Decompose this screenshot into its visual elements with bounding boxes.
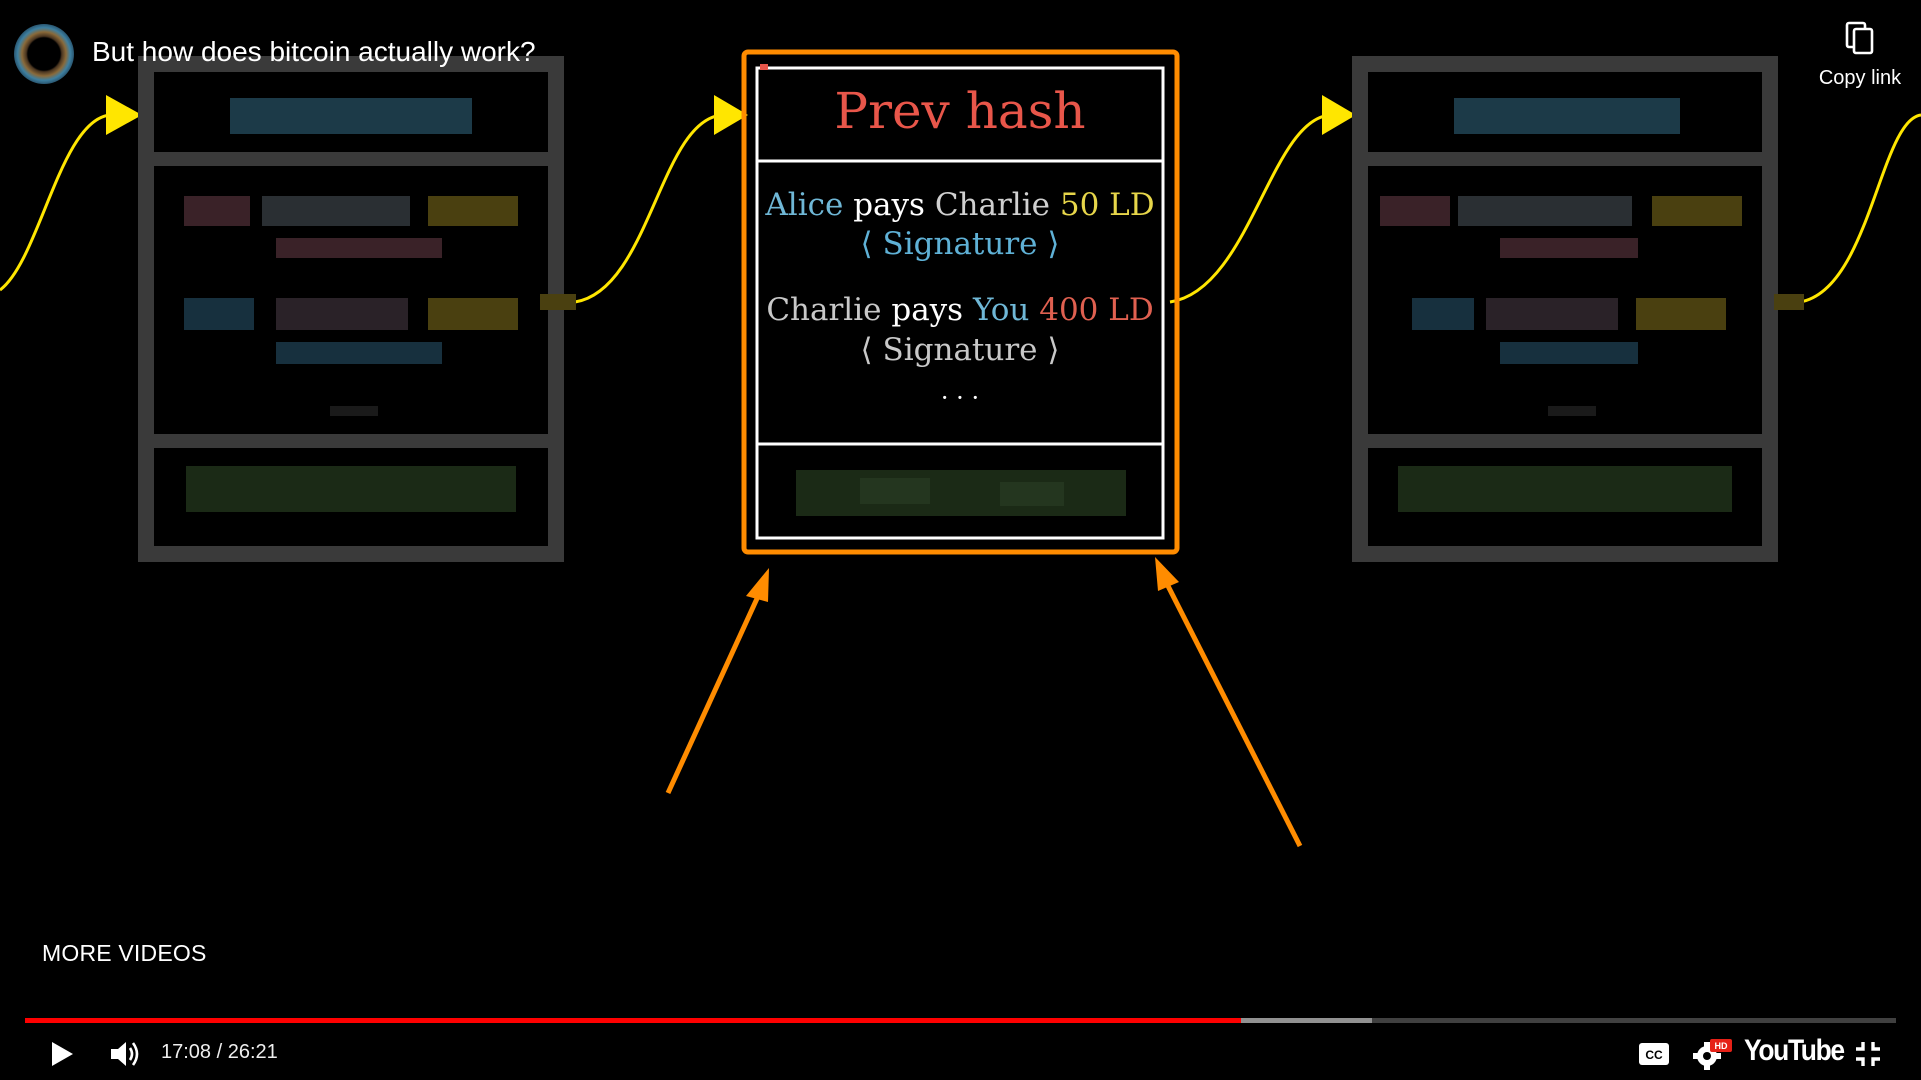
tx-signature: ⟨ Signature ⟩ [860,332,1060,368]
youtube-logo[interactable]: YouTube [1744,1034,1845,1068]
tx-from: Alice [765,187,844,223]
tx-verb: pays [891,292,964,328]
video-frame [0,49,1921,848]
tx-to: You [972,292,1030,328]
svg-text:HD: HD [1715,1041,1728,1051]
video-title[interactable]: But how does bitcoin actually work? [92,36,536,68]
prev-hash-label: Prev hash [834,82,1086,140]
tx-amount: 50 LD [1059,187,1155,223]
time-display: 17:08 / 26:21 [161,1041,278,1064]
copy-link-label: Copy link [1818,67,1902,89]
right-block-blurred [1352,56,1804,562]
exit-fullscreen-icon [1856,1042,1880,1066]
transaction-row: Alice pays Charlie 50 LD [757,187,1163,223]
tx-from: Charlie [766,292,882,328]
transaction-row: Charlie pays You 400 LD [757,292,1163,328]
time-separator: / [211,1041,228,1063]
volume-button[interactable] [104,1032,148,1076]
volume-icon [111,1042,139,1066]
settings-icon: HD [1693,1039,1732,1070]
pointer-arrows [665,557,1303,848]
play-button[interactable] [40,1032,84,1076]
video-player[interactable]: Prev hash Alice pays Charlie 50 LD ⟨ Sig… [0,0,1921,1080]
left-block-blurred [138,56,576,562]
captions-button[interactable]: CC [1632,1032,1676,1076]
settings-button[interactable]: HD [1688,1032,1738,1076]
more-videos-button[interactable]: MORE VIDEOS [42,940,207,967]
copy-icon [1845,21,1874,55]
svg-text:CC: CC [1645,1048,1663,1062]
duration: 26:21 [227,1041,278,1063]
captions-icon: CC [1639,1043,1669,1065]
channel-avatar[interactable] [14,24,74,84]
tx-verb: pays [853,187,925,223]
fullscreen-button[interactable] [1846,1032,1890,1076]
progress-played [25,1018,1242,1023]
player-controls: CC HD [0,1032,1921,1080]
tx-to: Charlie [934,187,1050,223]
tx-signature: ⟨ Signature ⟩ [860,226,1060,262]
play-icon [52,1042,73,1066]
current-time: 17:08 [161,1041,212,1063]
transactions-ellipsis: · · · [940,384,980,412]
copy-link-button[interactable]: Copy link [1804,20,1916,90]
progress-bar[interactable] [25,1018,1896,1023]
tx-amount: 400 LD [1039,292,1154,328]
